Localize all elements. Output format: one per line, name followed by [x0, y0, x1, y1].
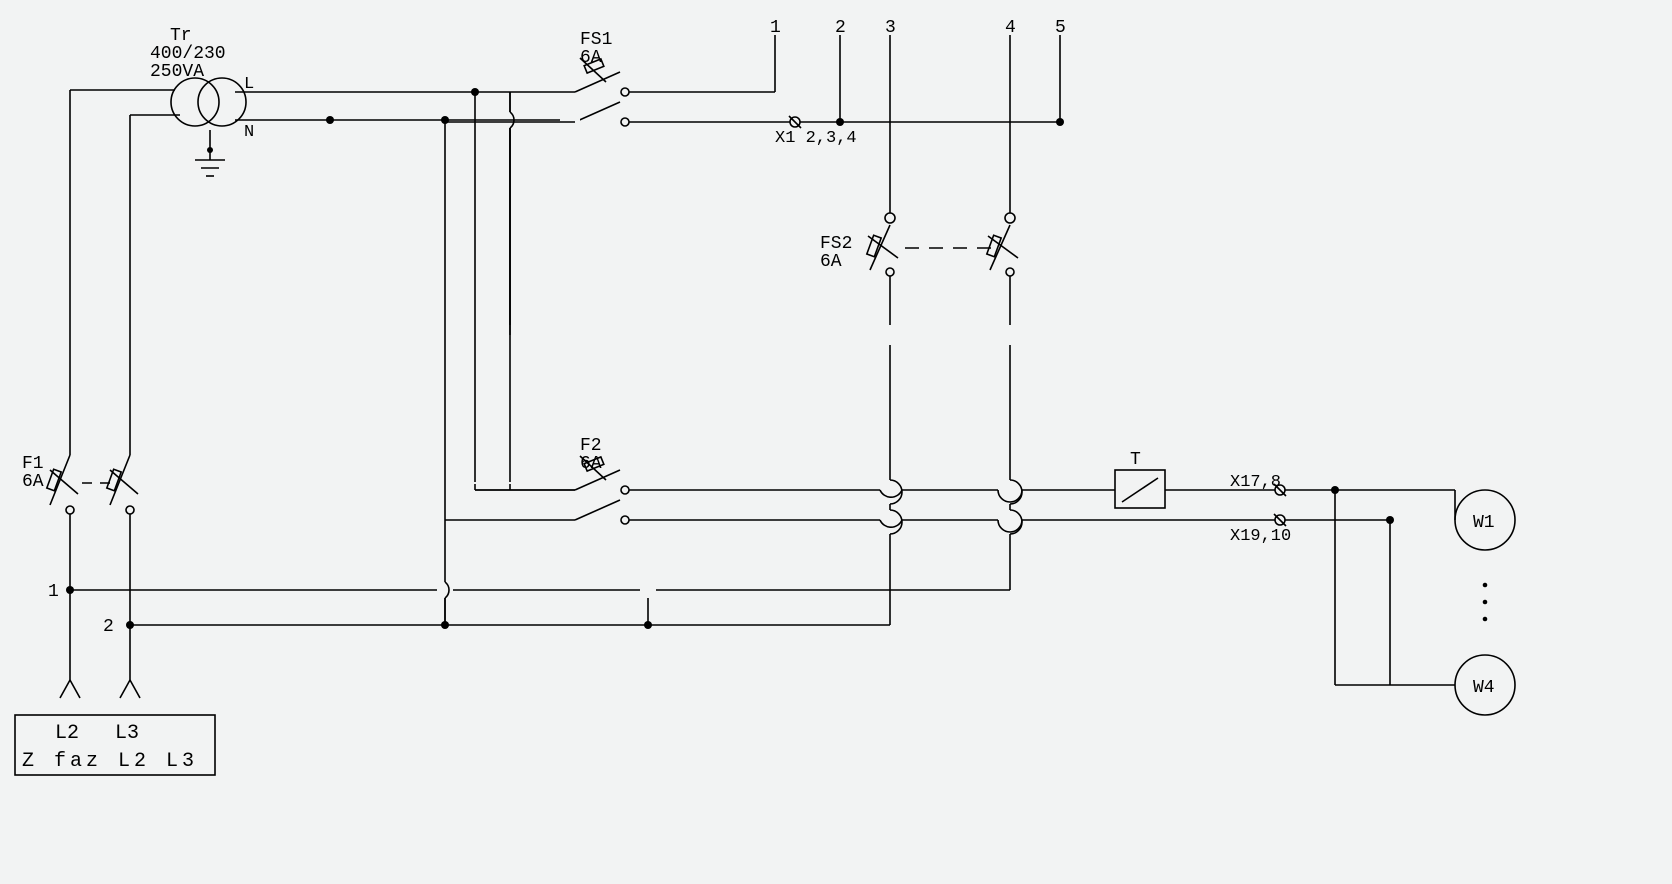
phase-text: Z faz L2 L3	[22, 750, 198, 773]
top-num-5: 5	[1055, 18, 1066, 38]
top-num-2: 2	[835, 18, 846, 38]
thermostat	[1115, 470, 1165, 508]
fan-w1: W1	[1473, 513, 1495, 533]
ground-symbol	[195, 160, 225, 176]
thermostat-label: T	[1130, 450, 1141, 470]
line-1: 1	[48, 582, 59, 602]
transformer-name: Tr	[170, 26, 192, 46]
transformer-rating2: 250VA	[150, 62, 204, 82]
fan-w4: W4	[1473, 678, 1495, 698]
phase-l2: L2	[55, 722, 79, 745]
fuse-fs1-rating: 6A	[580, 48, 602, 68]
fuse-fs1-name: FS1	[580, 30, 612, 50]
fuse-f1	[47, 455, 138, 514]
transformer-rating1: 400/230	[150, 44, 226, 64]
terminal-n: N	[244, 123, 254, 142]
line-2: 2	[103, 617, 114, 637]
wiring-diagram: Tr 400/230 250VA L N FS1 6A F2 6A F1 6A …	[0, 0, 1672, 884]
top-num-1: 1	[770, 18, 781, 38]
phase-l3: L3	[115, 722, 139, 745]
fuse-fs2	[867, 225, 1018, 276]
fuse-f2-name: F2	[580, 436, 602, 456]
top-num-3: 3	[885, 18, 896, 38]
fuse-f1-name: F1	[22, 454, 44, 474]
terminal-l: L	[244, 75, 254, 94]
terminal-x17: X17,8	[1230, 473, 1281, 492]
terminal-x19: X19,10	[1230, 527, 1291, 546]
top-num-4: 4	[1005, 18, 1016, 38]
fuse-f1-rating: 6A	[22, 472, 44, 492]
transformer	[171, 78, 246, 126]
fuse-f2-rating: 6A	[580, 454, 602, 474]
fuse-fs2-rating: 6A	[820, 252, 842, 272]
terminal-x1: X1 2,3,4	[775, 129, 857, 148]
fuse-fs2-name: FS2	[820, 234, 852, 254]
